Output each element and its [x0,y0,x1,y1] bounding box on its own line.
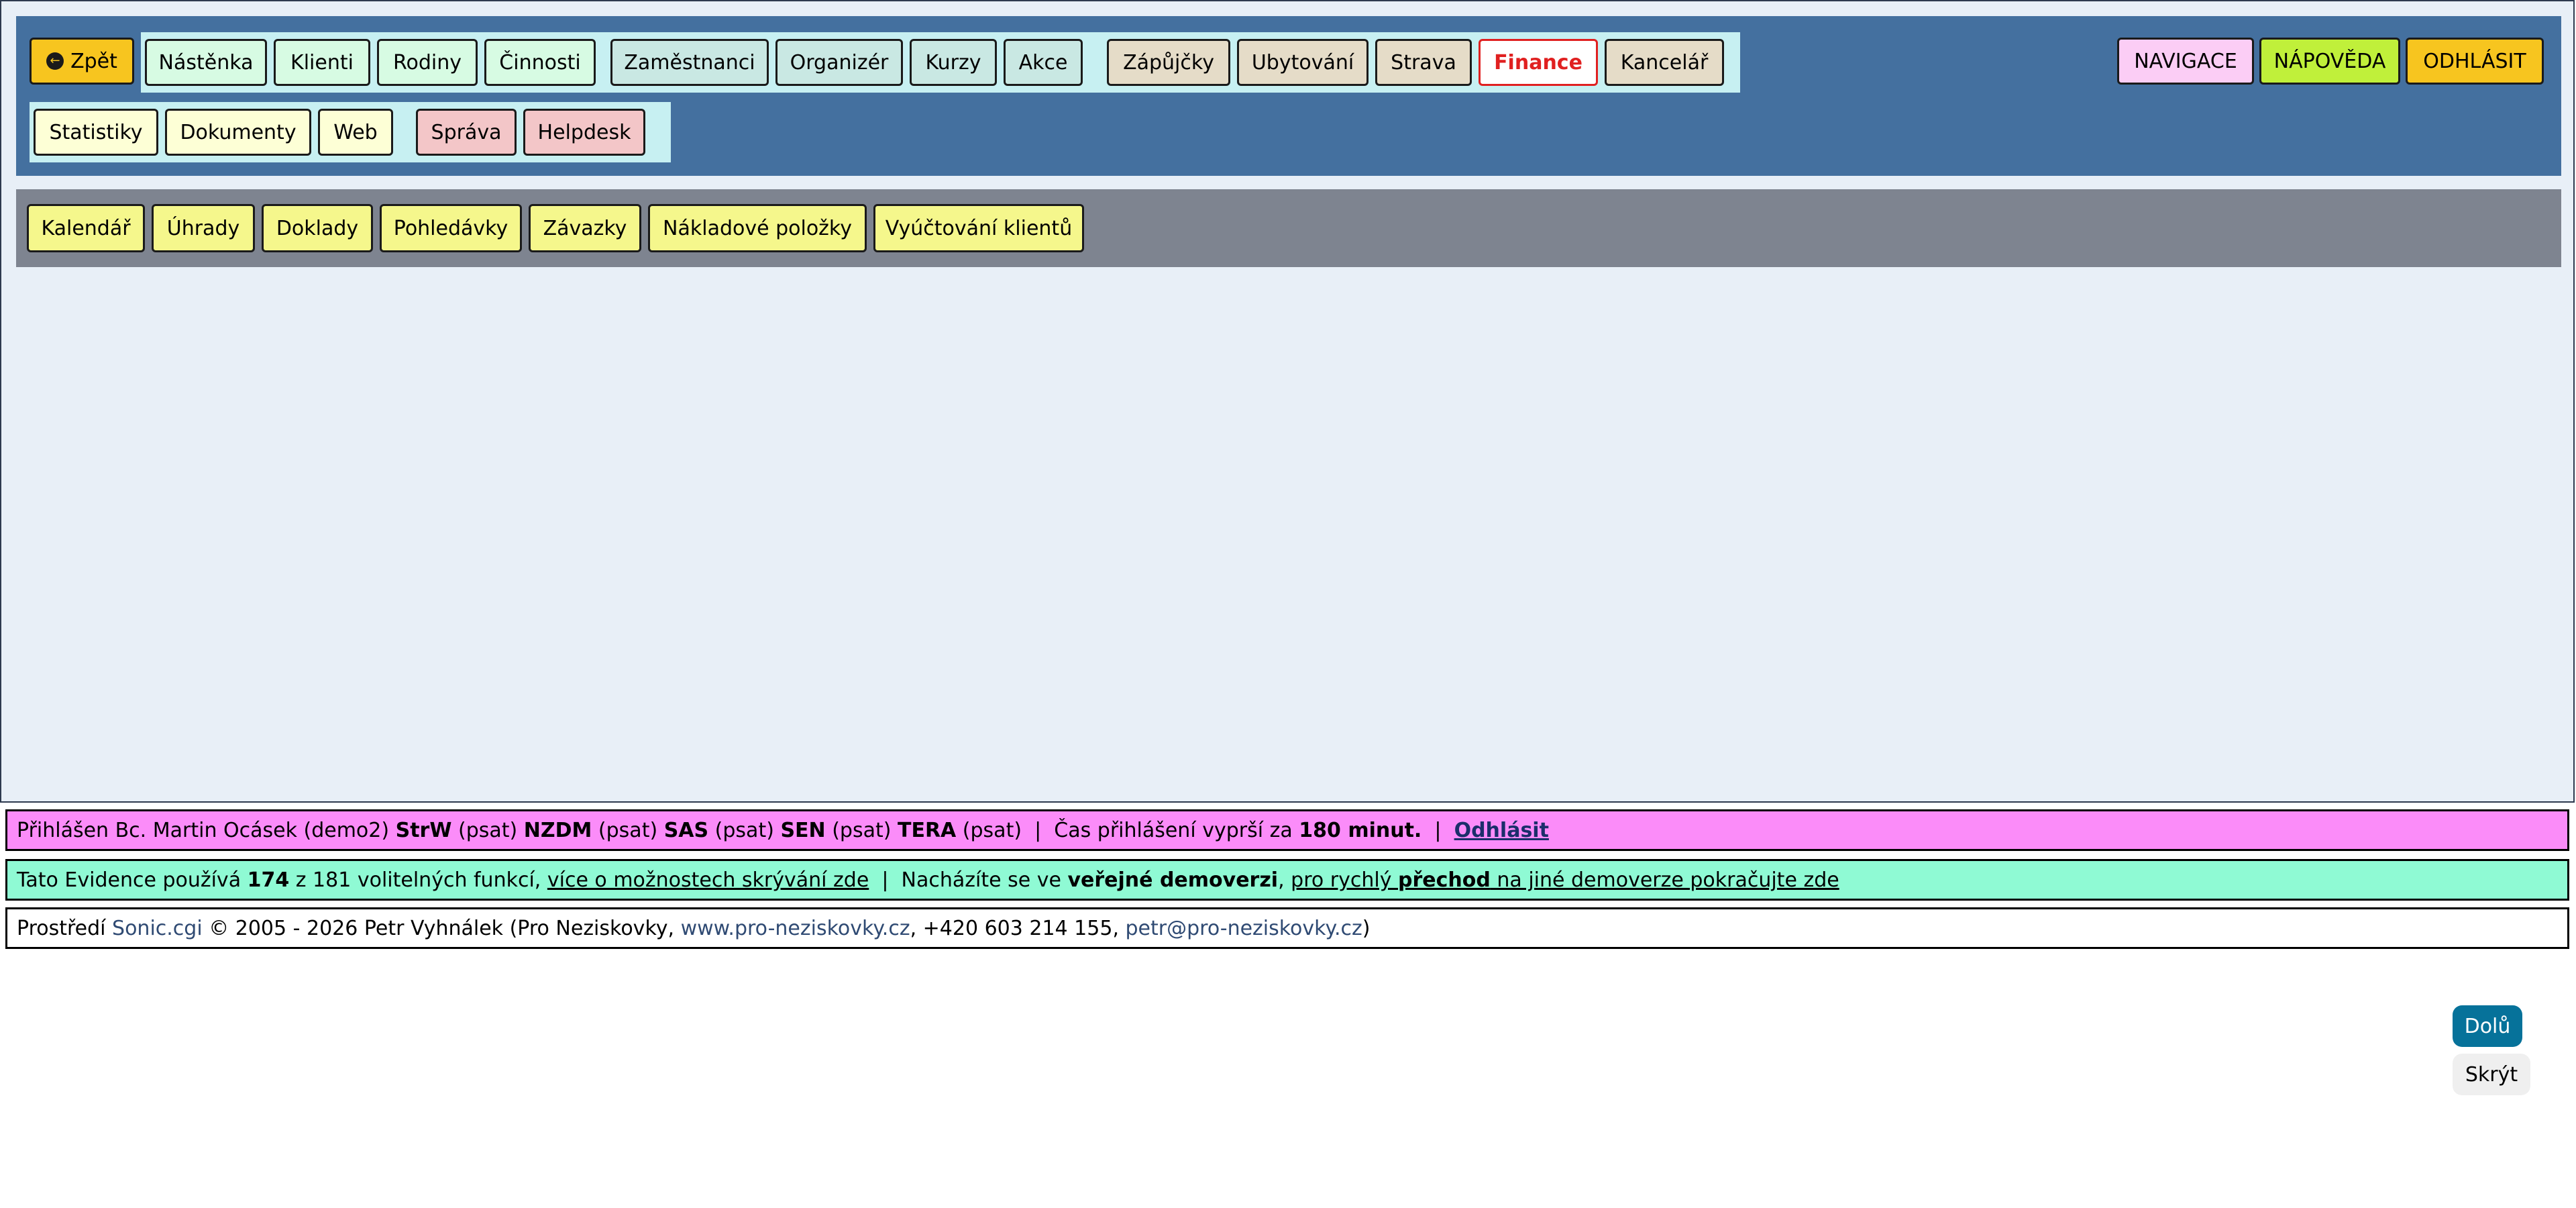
nav-klienti[interactable]: Klienti [274,39,370,86]
subnav-doklady[interactable]: Doklady [262,204,373,252]
app-frame: ← Zpět Nástěnka Klienti Rodiny Činnosti … [0,0,2575,803]
footer-bar: Prostředí Sonic.cgi © 2005 - 2026 Petr V… [5,907,2569,949]
logout-link[interactable]: Odhlásit [1454,819,1549,842]
nav-group-staff: Zaměstnanci Organizér Kurzy Akce [606,32,1110,93]
navigace-button[interactable]: NAVIGACE [2117,38,2254,85]
nav-statistiky[interactable]: Statistiky [34,109,158,156]
nav-dokumenty[interactable]: Dokumenty [165,109,311,156]
subnav-nakladove-polozky[interactable]: Nákladové položky [648,204,867,252]
back-button[interactable]: ← Zpět [30,38,134,85]
nav-group-services: Zápůjčky Ubytování Strava Finance Kancel… [1103,32,1740,93]
finance-subnavigation: Kalendář Úhrady Doklady Pohledávky Závaz… [16,189,2561,267]
nav-kurzy[interactable]: Kurzy [910,39,997,86]
arrow-left-circle-icon: ← [46,52,64,70]
hiding-options-link[interactable]: více o možnostech skrývání zde [547,868,869,892]
subnav-zavazky[interactable]: Závazky [529,204,641,252]
nav-organizer[interactable]: Organizér [775,39,903,86]
nav-nastenka[interactable]: Nástěnka [145,39,267,86]
email-link[interactable]: petr@pro-neziskovky.cz [1126,917,1362,940]
nav-sprava[interactable]: Správa [416,109,517,156]
subnav-vyuctovani-klientu[interactable]: Vyúčtování klientů [873,204,1084,252]
subnav-kalendar[interactable]: Kalendář [27,204,145,252]
subnav-pohledavky[interactable]: Pohledávky [380,204,522,252]
nav-zamestnanci[interactable]: Zaměstnanci [610,39,769,86]
main-navigation: ← Zpět Nástěnka Klienti Rodiny Činnosti … [16,16,2561,176]
nav-kancelar[interactable]: Kancelář [1605,39,1724,86]
nav-akce[interactable]: Akce [1004,39,1083,86]
nav-rodiny[interactable]: Rodiny [377,39,478,86]
switch-demo-link[interactable]: pro rychlý přechod na jiné demoverze pok… [1291,868,1839,892]
napoveda-button[interactable]: NÁPOVĚDA [2259,38,2400,85]
nav-strava[interactable]: Strava [1375,39,1472,86]
features-info-bar: Tato Evidence používá 174 z 181 voliteln… [5,859,2569,901]
nav-group-clients: Nástěnka Klienti Rodiny Činnosti [141,32,617,93]
nav-cinnosti[interactable]: Činnosti [484,39,596,86]
nav-ubytovani[interactable]: Ubytování [1237,39,1368,86]
product-link[interactable]: Sonic.cgi [112,917,203,940]
nav-group-admin: Správa Helpdesk [412,102,671,162]
odhlasit-button[interactable]: ODHLÁSIT [2406,38,2544,85]
nav-finance[interactable]: Finance [1479,39,1598,86]
website-link[interactable]: www.pro-neziskovky.cz [681,917,910,940]
hide-button[interactable]: Skrýt [2453,1054,2530,1095]
nav-zapujcky[interactable]: Zápůjčky [1107,39,1230,86]
subnav-uhrady[interactable]: Úhrady [152,204,255,252]
nav-group-reports: Statistiky Dokumenty Web [30,102,415,162]
login-status-bar: Přihlášen Bc. Martin Ocásek (demo2) StrW… [5,809,2569,851]
nav-web[interactable]: Web [318,109,393,156]
scroll-down-button[interactable]: Dolů [2453,1005,2522,1047]
nav-helpdesk[interactable]: Helpdesk [523,109,645,156]
